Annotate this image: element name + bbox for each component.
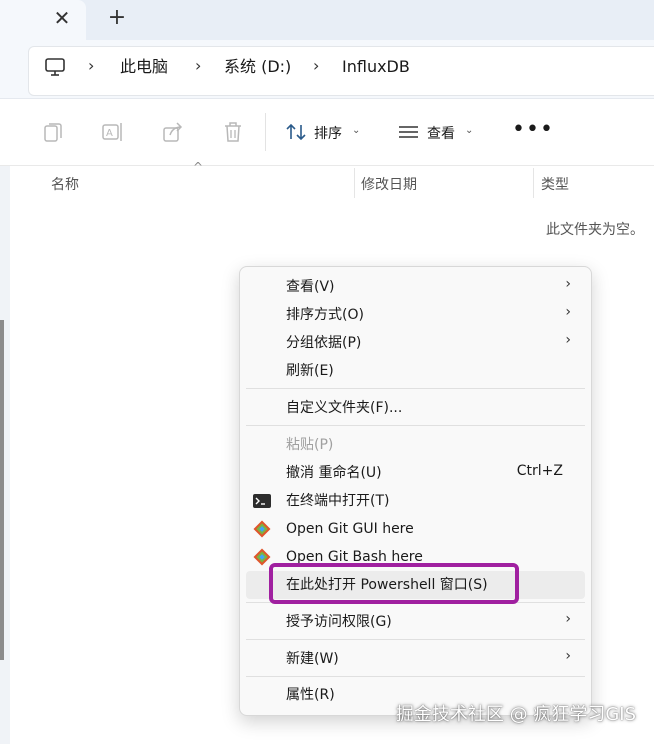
svg-text:A: A — [106, 128, 113, 139]
menu-separator — [246, 676, 585, 677]
menu-item-label: 在终端中打开(T) — [286, 493, 390, 509]
column-header-modified[interactable]: 修改日期 — [361, 174, 417, 194]
menu-item-label: 粘贴(P) — [286, 437, 334, 453]
column-divider[interactable] — [533, 168, 534, 198]
chevron-down-icon: ⌄ — [465, 125, 474, 136]
sort-icon[interactable] — [284, 119, 310, 145]
menu-separator — [246, 639, 585, 640]
menu-item-label: 新建(W) — [286, 651, 339, 667]
column-divider[interactable] — [354, 168, 355, 198]
menu-item-grant-access[interactable]: 授予访问权限(G) › — [246, 608, 585, 636]
menu-item-open-terminal[interactable]: 在终端中打开(T) — [246, 487, 585, 515]
git-bash-icon — [253, 548, 271, 566]
address-bar-area — [0, 40, 654, 99]
watermark: 掘金技术社区 @ 疯狂学习GIS — [395, 704, 636, 725]
this-pc-icon[interactable] — [44, 56, 66, 78]
delete-icon[interactable] — [220, 119, 246, 145]
menu-item-new[interactable]: 新建(W) › — [246, 645, 585, 673]
menu-item-refresh[interactable]: 刷新(E) — [246, 357, 585, 385]
rename-icon[interactable]: A — [100, 119, 126, 145]
breadcrumb-item-folder[interactable]: InfluxDB — [342, 57, 410, 77]
tab-strip — [0, 0, 654, 40]
share-icon[interactable] — [160, 119, 186, 145]
sort-button[interactable]: 排序 — [314, 123, 342, 143]
chevron-right-icon: › — [565, 276, 571, 292]
menu-item-label: 属性(R) — [286, 687, 335, 703]
menu-item-label: 刷新(E) — [286, 363, 334, 379]
scrollbar[interactable] — [0, 320, 4, 660]
menu-item-customize-folder[interactable]: 自定义文件夹(F)... — [246, 394, 585, 422]
menu-item-label: 授予访问权限(G) — [286, 614, 392, 630]
git-gui-icon — [253, 520, 271, 538]
toolbar-divider — [265, 113, 266, 151]
view-button[interactable]: 查看 — [427, 123, 455, 143]
chevron-right-icon: › — [565, 332, 571, 348]
breadcrumb-separator-icon: › — [313, 56, 320, 75]
more-options-button[interactable]: ••• — [512, 119, 554, 141]
menu-item-label: 自定义文件夹(F)... — [286, 400, 403, 416]
context-menu: 查看(V) › 排序方式(O) › 分组依据(P) › 刷新(E) 自定义文件夹… — [239, 266, 592, 716]
menu-item-label: 查看(V) — [286, 279, 335, 295]
breadcrumb-separator-icon: › — [195, 56, 202, 75]
terminal-icon — [253, 494, 271, 508]
menu-item-undo-rename[interactable]: 撤消 重命名(U) Ctrl+Z — [246, 459, 585, 487]
chevron-down-icon: ⌄ — [352, 125, 361, 136]
sort-caret-icon: ^ — [193, 160, 204, 174]
menu-item-label: Open Git GUI here — [286, 521, 414, 537]
breadcrumb-item-this-pc[interactable]: 此电脑 — [120, 57, 168, 77]
copy-icon[interactable] — [40, 119, 66, 145]
menu-separator — [246, 388, 585, 389]
command-bar: A 排序 ⌄ 查看 ⌄ ••• — [0, 99, 654, 166]
column-header-name[interactable]: 名称 — [51, 174, 79, 194]
annotation-highlight-box — [269, 563, 519, 604]
chevron-right-icon: › — [565, 611, 571, 627]
view-icon[interactable] — [396, 119, 422, 145]
breadcrumb-separator-icon: › — [88, 56, 95, 75]
menu-item-sort-by[interactable]: 排序方式(O) › — [246, 301, 585, 329]
menu-item-label: 撤消 重命名(U) — [286, 465, 382, 481]
menu-separator — [246, 425, 585, 426]
close-tab-icon[interactable]: ✕ — [52, 8, 72, 28]
menu-item-view[interactable]: 查看(V) › — [246, 273, 585, 301]
menu-item-label: 排序方式(O) — [286, 307, 364, 323]
menu-item-git-gui[interactable]: Open Git GUI here — [246, 515, 585, 543]
column-header-type[interactable]: 类型 — [541, 174, 569, 194]
menu-item-shortcut: Ctrl+Z — [516, 463, 563, 479]
breadcrumb-item-drive[interactable]: 系统 (D:) — [224, 57, 291, 77]
empty-folder-message: 此文件夹为空。 — [546, 222, 644, 238]
menu-item-group-by[interactable]: 分组依据(P) › — [246, 329, 585, 357]
chevron-right-icon: › — [565, 304, 571, 320]
menu-item-label: 分组依据(P) — [286, 335, 362, 351]
tab-current[interactable]: ✕ — [0, 0, 86, 40]
chevron-right-icon: › — [565, 648, 571, 664]
new-tab-icon[interactable]: + — [106, 7, 128, 30]
menu-item-paste: 粘贴(P) — [246, 431, 585, 459]
